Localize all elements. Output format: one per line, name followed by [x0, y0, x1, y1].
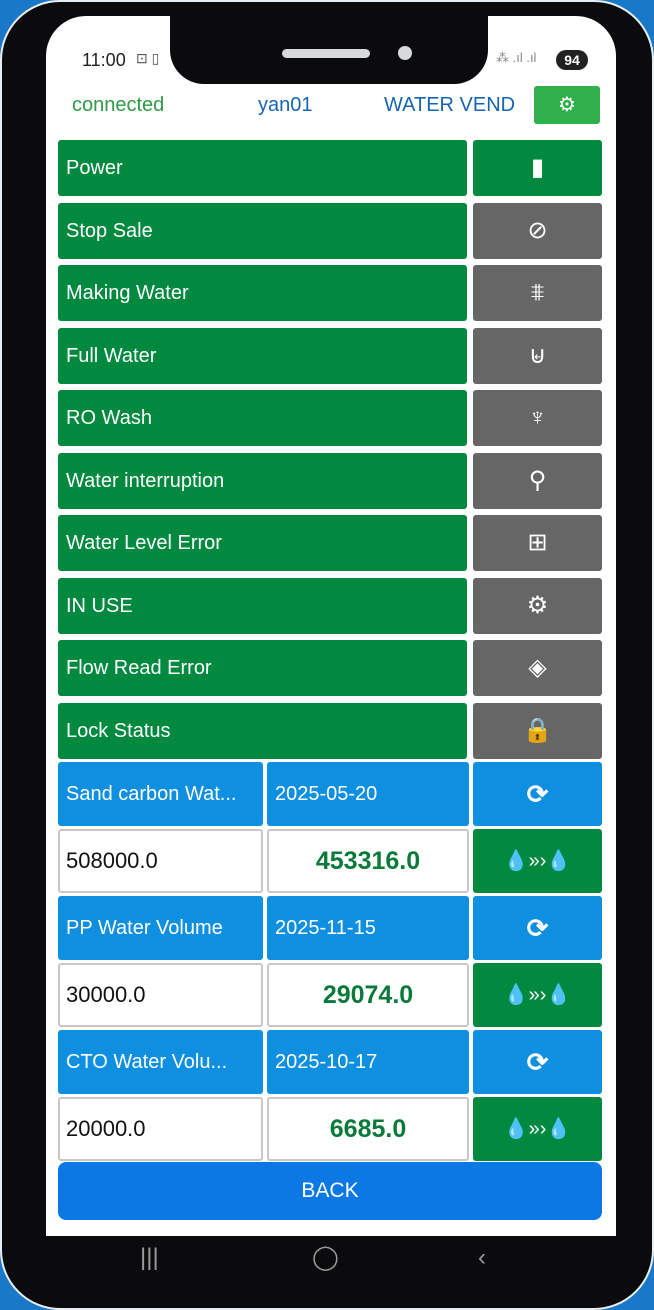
reset-filter-button[interactable]: ⟳	[473, 896, 602, 960]
volume-used-value: 6685.0	[267, 1097, 469, 1161]
status-row: Stop Sale ⊘	[58, 202, 602, 259]
recent-apps-button[interactable]: |||	[140, 1244, 159, 1272]
status-row: RO Wash ♆	[58, 390, 602, 446]
flow-error-icon: ◈	[473, 640, 602, 696]
filter-date: 2025-05-20	[267, 762, 469, 826]
reset-filter-button[interactable]: ⟳	[473, 762, 602, 826]
filter-volume-row: 30000.0 29074.0 💧»›💧	[58, 963, 602, 1027]
status-label: RO Wash	[58, 390, 467, 446]
filter-header-row: CTO Water Volu... 2025-10-17 ⟳	[58, 1030, 602, 1094]
water-transfer-button[interactable]: 💧»›💧	[473, 963, 602, 1027]
front-camera	[398, 46, 412, 60]
status-row: Water interruption ⚲	[58, 452, 602, 509]
filter-header-row: PP Water Volume 2025-11-15 ⟳	[58, 896, 602, 960]
filter-volume-row: 20000.0 6685.0 💧»›💧	[58, 1097, 602, 1161]
filter-name: PP Water Volume	[58, 896, 263, 960]
filter-name: Sand carbon Wat...	[58, 762, 263, 826]
status-label: Making Water	[58, 265, 467, 321]
status-row: Flow Read Error ◈	[58, 640, 602, 696]
back-button[interactable]: BACK	[58, 1162, 602, 1220]
gears-icon: ⚙	[558, 94, 576, 116]
connection-status: connected	[72, 94, 165, 116]
making-water-icon: ⩨	[473, 265, 602, 321]
ro-wash-icon: ♆	[473, 390, 602, 446]
filter-header-row: Sand carbon Wat... 2025-05-20 ⟳	[58, 762, 602, 826]
device-name: yan01	[258, 94, 313, 116]
faucet-icon: ⚲	[473, 452, 602, 509]
status-label: Flow Read Error	[58, 640, 467, 696]
volume-limit-field[interactable]: 30000.0	[58, 963, 263, 1027]
camera-notch	[170, 16, 488, 84]
signal-icons: ⁂ .ıl .ıl	[496, 50, 537, 65]
app-title: WATER VEND	[384, 94, 516, 116]
filter-volume-row: 508000.0 453316.0 💧»›💧	[58, 829, 602, 893]
reset-filter-button[interactable]: ⟳	[473, 1030, 602, 1094]
status-time: 11:00	[82, 50, 126, 70]
status-label: IN USE	[58, 577, 467, 634]
status-row: Full Water ⊌	[58, 327, 602, 384]
status-label: Water interruption	[58, 452, 467, 509]
system-nav-bar: ||| ◯ ‹	[46, 1236, 616, 1278]
status-row: Water Level Error ⊞	[58, 515, 602, 571]
volume-used-value: 453316.0	[267, 829, 469, 893]
status-label: Stop Sale	[58, 202, 467, 259]
stop-sale-icon: ⊘	[473, 202, 602, 259]
volume-limit-field[interactable]: 20000.0	[58, 1097, 263, 1161]
status-label: Water Level Error	[58, 515, 467, 571]
status-row: IN USE ⚙	[58, 577, 602, 634]
water-transfer-button[interactable]: 💧»›💧	[473, 829, 602, 893]
status-row: Lock Status 🔒	[58, 702, 602, 759]
lock-icon: 🔒	[473, 702, 602, 759]
full-tank-icon: ⊌	[473, 327, 602, 384]
water-level-error-icon: ⊞	[473, 515, 602, 571]
filter-name: CTO Water Volu...	[58, 1030, 263, 1094]
home-button[interactable]: ◯	[312, 1244, 339, 1272]
in-use-gears-icon: ⚙	[473, 577, 602, 634]
status-label: Full Water	[58, 327, 467, 384]
water-transfer-button[interactable]: 💧»›💧	[473, 1097, 602, 1161]
status-left-icons: ⊡ ▯	[136, 50, 160, 66]
status-label: Power	[58, 140, 467, 196]
status-label: Lock Status	[58, 702, 467, 759]
app-header: connected yan01 WATER VEND ⚙	[60, 86, 600, 124]
nav-back-button[interactable]: ‹	[478, 1244, 486, 1272]
volume-used-value: 29074.0	[267, 963, 469, 1027]
battery-indicator: 94	[556, 50, 588, 70]
volume-limit-field[interactable]: 508000.0	[58, 829, 263, 893]
speaker-grille	[282, 49, 370, 58]
power-indicator-icon: ▮	[473, 140, 602, 196]
filter-date: 2025-11-15	[267, 896, 469, 960]
status-row: Power ▮	[58, 140, 602, 196]
filter-date: 2025-10-17	[267, 1030, 469, 1094]
status-row: Making Water ⩨	[58, 265, 602, 321]
settings-button[interactable]: ⚙	[534, 86, 600, 124]
